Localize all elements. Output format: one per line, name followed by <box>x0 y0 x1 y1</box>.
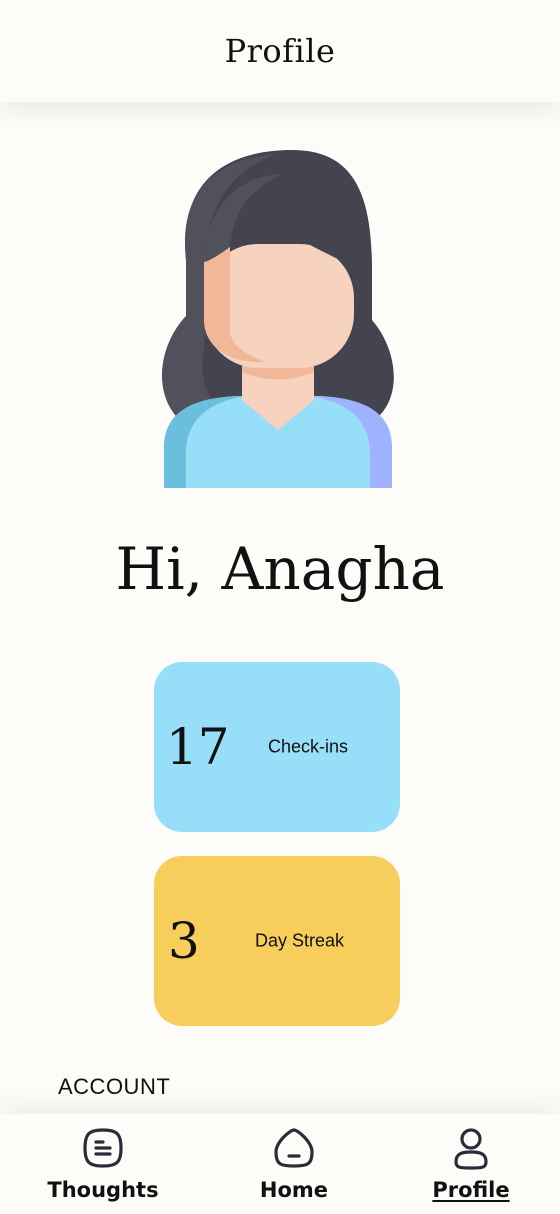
bottom-nav: Thoughts Home Profile <box>0 1114 560 1214</box>
profile-avatar <box>158 150 398 488</box>
checkins-count: 17 <box>166 718 230 776</box>
day-streak-label: Day Streak <box>254 930 344 951</box>
page-title: Profile <box>224 32 336 70</box>
account-section-label: ACCOUNT <box>58 1074 171 1099</box>
nav-label-home: Home <box>259 1178 329 1202</box>
nav-label-profile: Profile <box>432 1178 510 1202</box>
nav-label-thoughts: Thoughts <box>47 1178 159 1202</box>
nav-item-home[interactable]: Home <box>224 1114 364 1214</box>
day-streak-card: 3 Day Streak <box>154 856 400 1026</box>
nav-item-thoughts[interactable]: Thoughts <box>33 1114 173 1214</box>
user-icon <box>454 1128 488 1170</box>
user-greeting: Hi, Anagha <box>115 535 445 603</box>
nav-item-profile[interactable]: Profile <box>401 1114 541 1214</box>
day-streak-count: 3 <box>168 912 200 970</box>
checkins-card: 17 Check-ins <box>154 662 400 832</box>
home-icon <box>274 1128 314 1168</box>
document-icon <box>83 1128 123 1168</box>
app-header: Profile <box>0 0 560 102</box>
checkins-label: Check-ins <box>267 736 348 757</box>
